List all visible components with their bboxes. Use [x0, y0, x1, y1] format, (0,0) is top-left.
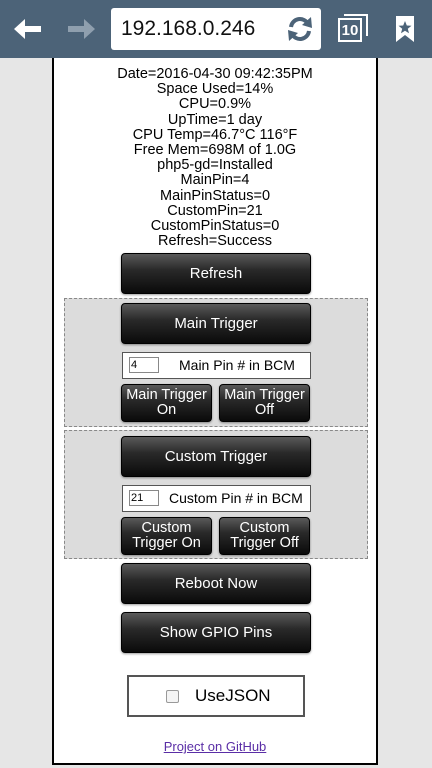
status-line: Refresh=Success — [157, 233, 273, 250]
status-line: php5-gd=Installed — [157, 157, 273, 174]
reboot-button[interactable]: Reboot Now — [121, 563, 311, 604]
custom-trigger-off-button[interactable]: Custom Trigger Off — [219, 517, 310, 555]
status-line: MainPinStatus=0 — [159, 187, 271, 204]
custom-trigger-button[interactable]: Custom Trigger — [121, 436, 311, 477]
main-trigger-off-button[interactable]: Main Trigger Off — [219, 384, 310, 422]
tabs-counter-icon[interactable]: 10 — [338, 14, 368, 42]
main-pin-label: Main Pin # in BCM — [179, 357, 295, 373]
main-trigger-on-button[interactable]: Main Trigger On — [121, 384, 212, 422]
status-line: Date=2016-04-30 09:42:35PM — [117, 66, 313, 82]
page-panel: Date=2016-04-30 09:42:35PM Space Used=14… — [52, 58, 378, 765]
custom-pin-field: Custom Pin # in BCM — [122, 485, 311, 512]
use-json-box: UseJSON — [127, 675, 305, 717]
status-line: MainPin=4 — [180, 172, 250, 189]
main-trigger-button[interactable]: Main Trigger — [121, 303, 311, 344]
show-gpio-pins-button[interactable]: Show GPIO Pins — [121, 612, 311, 653]
status-info: Date=2016-04-30 09:42:35PM Space Used=14… — [54, 66, 376, 250]
github-link[interactable]: Project on GitHub — [54, 739, 376, 754]
back-arrow-icon[interactable] — [8, 0, 48, 58]
custom-pin-label: Custom Pin # in BCM — [169, 490, 303, 506]
address-bar[interactable]: 192.168.0.246 — [111, 8, 321, 50]
use-json-label: UseJSON — [195, 686, 271, 705]
reload-icon[interactable] — [285, 15, 315, 43]
custom-pin-input[interactable] — [129, 490, 159, 506]
status-line: CPU Temp=46.7°C 116°F — [132, 126, 298, 143]
main-pin-field: Main Pin # in BCM — [122, 352, 311, 379]
browser-toolbar: 192.168.0.246 10 — [0, 0, 432, 58]
use-json-checkbox[interactable] — [166, 690, 179, 703]
url-text: 192.168.0.246 — [121, 17, 256, 40]
main-pin-input[interactable] — [129, 357, 159, 373]
tab-count: 10 — [338, 18, 362, 42]
status-line: CustomPinStatus=0 — [150, 218, 280, 235]
refresh-button[interactable]: Refresh — [121, 253, 311, 294]
bookmark-icon[interactable] — [390, 0, 420, 58]
status-line: CPU=0.9% — [178, 96, 252, 113]
custom-trigger-on-button[interactable]: Custom Trigger On — [121, 517, 212, 555]
status-line: Space Used=14% — [156, 81, 274, 98]
status-line: Free Mem=698M of 1.0G — [133, 142, 297, 159]
status-line: CustomPin=21 — [167, 202, 263, 219]
forward-arrow-icon[interactable] — [61, 0, 101, 58]
status-line: UpTime=1 day — [167, 111, 263, 128]
